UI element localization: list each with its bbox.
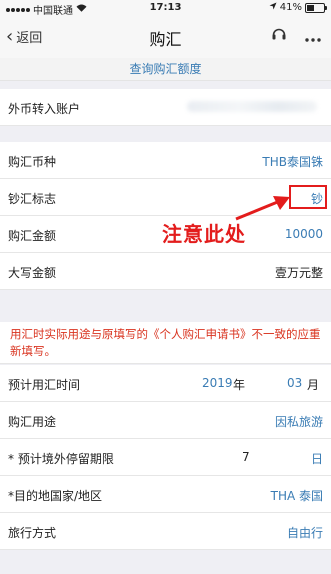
headset-icon[interactable] (271, 26, 287, 47)
stay-label: * 预计境外停留期限 (8, 452, 114, 466)
travel-label: 旅行方式 (8, 526, 57, 540)
battery-fill (307, 4, 314, 11)
more-icon[interactable] (305, 26, 321, 47)
stay-days-value[interactable]: 7 (242, 450, 250, 464)
currency-label: 购汇币种 (8, 155, 57, 169)
currency-row[interactable]: 购汇币种 THB泰国铢 (0, 142, 331, 179)
year-value[interactable]: 2019 (202, 376, 233, 390)
destination-value: THA 泰国 (270, 489, 323, 503)
month-suffix: 月 (307, 378, 320, 392)
blurred-account-number (187, 101, 317, 112)
cash-flag-row[interactable]: 钞汇标志 钞 (0, 179, 331, 216)
account-row[interactable]: 外币转入账户 (0, 89, 331, 126)
section-gap (0, 81, 331, 89)
stay-row[interactable]: * 预计境外停留期限 7 日 (0, 439, 331, 476)
stay-unit-value[interactable]: 日 (311, 450, 323, 467)
section-gap (0, 126, 331, 142)
battery-icon (305, 2, 327, 13)
query-quota-link[interactable]: 查询购汇额度 (0, 58, 331, 81)
nav-actions (271, 26, 321, 47)
annotation-text: 注意此处 (162, 222, 246, 246)
expected-time-label: 预计用汇时间 (8, 378, 81, 392)
amount-words-value: 壹万元整 (274, 266, 323, 280)
year-suffix: 年 (233, 378, 246, 392)
purpose-value: 因私旅游 (274, 415, 323, 429)
cash-flag-label: 钞汇标志 (8, 192, 57, 206)
month-value[interactable]: 03 (287, 376, 302, 390)
amount-label: 购汇金额 (8, 229, 57, 243)
destination-label: *目的地国家/地区 (8, 489, 103, 503)
purpose-label: 购汇用途 (8, 415, 57, 429)
currency-value: THB泰国铢 (262, 155, 323, 169)
location-icon (269, 2, 277, 13)
nav-bar: ‹ 返回 购汇 (0, 16, 331, 59)
status-right: 41% (269, 2, 327, 13)
amount-words-label: 大写金额 (8, 266, 57, 280)
status-bar: 中国联通 17:13 41% (0, 0, 331, 17)
amount-value: 10000 (284, 227, 323, 241)
section-gap (0, 550, 331, 574)
amount-words-row: 大写金额 壹万元整 (0, 253, 331, 290)
purpose-row[interactable]: 购汇用途 因私旅游 (0, 402, 331, 439)
expected-time-row[interactable]: 预计用汇时间 2019 年 03 月 (0, 365, 331, 402)
travel-value: 自由行 (286, 526, 323, 540)
notice-text: 用汇时实际用途与原填写的《个人购汇申请书》不一致的应重新填写。 (0, 322, 331, 364)
battery-percent: 41% (279, 2, 302, 13)
section-gap (0, 290, 331, 322)
destination-row[interactable]: *目的地国家/地区 THA 泰国 (0, 476, 331, 513)
annotation-highlight-box (289, 185, 327, 209)
account-label: 外币转入账户 (8, 102, 81, 116)
travel-row[interactable]: 旅行方式 自由行 (0, 513, 331, 550)
